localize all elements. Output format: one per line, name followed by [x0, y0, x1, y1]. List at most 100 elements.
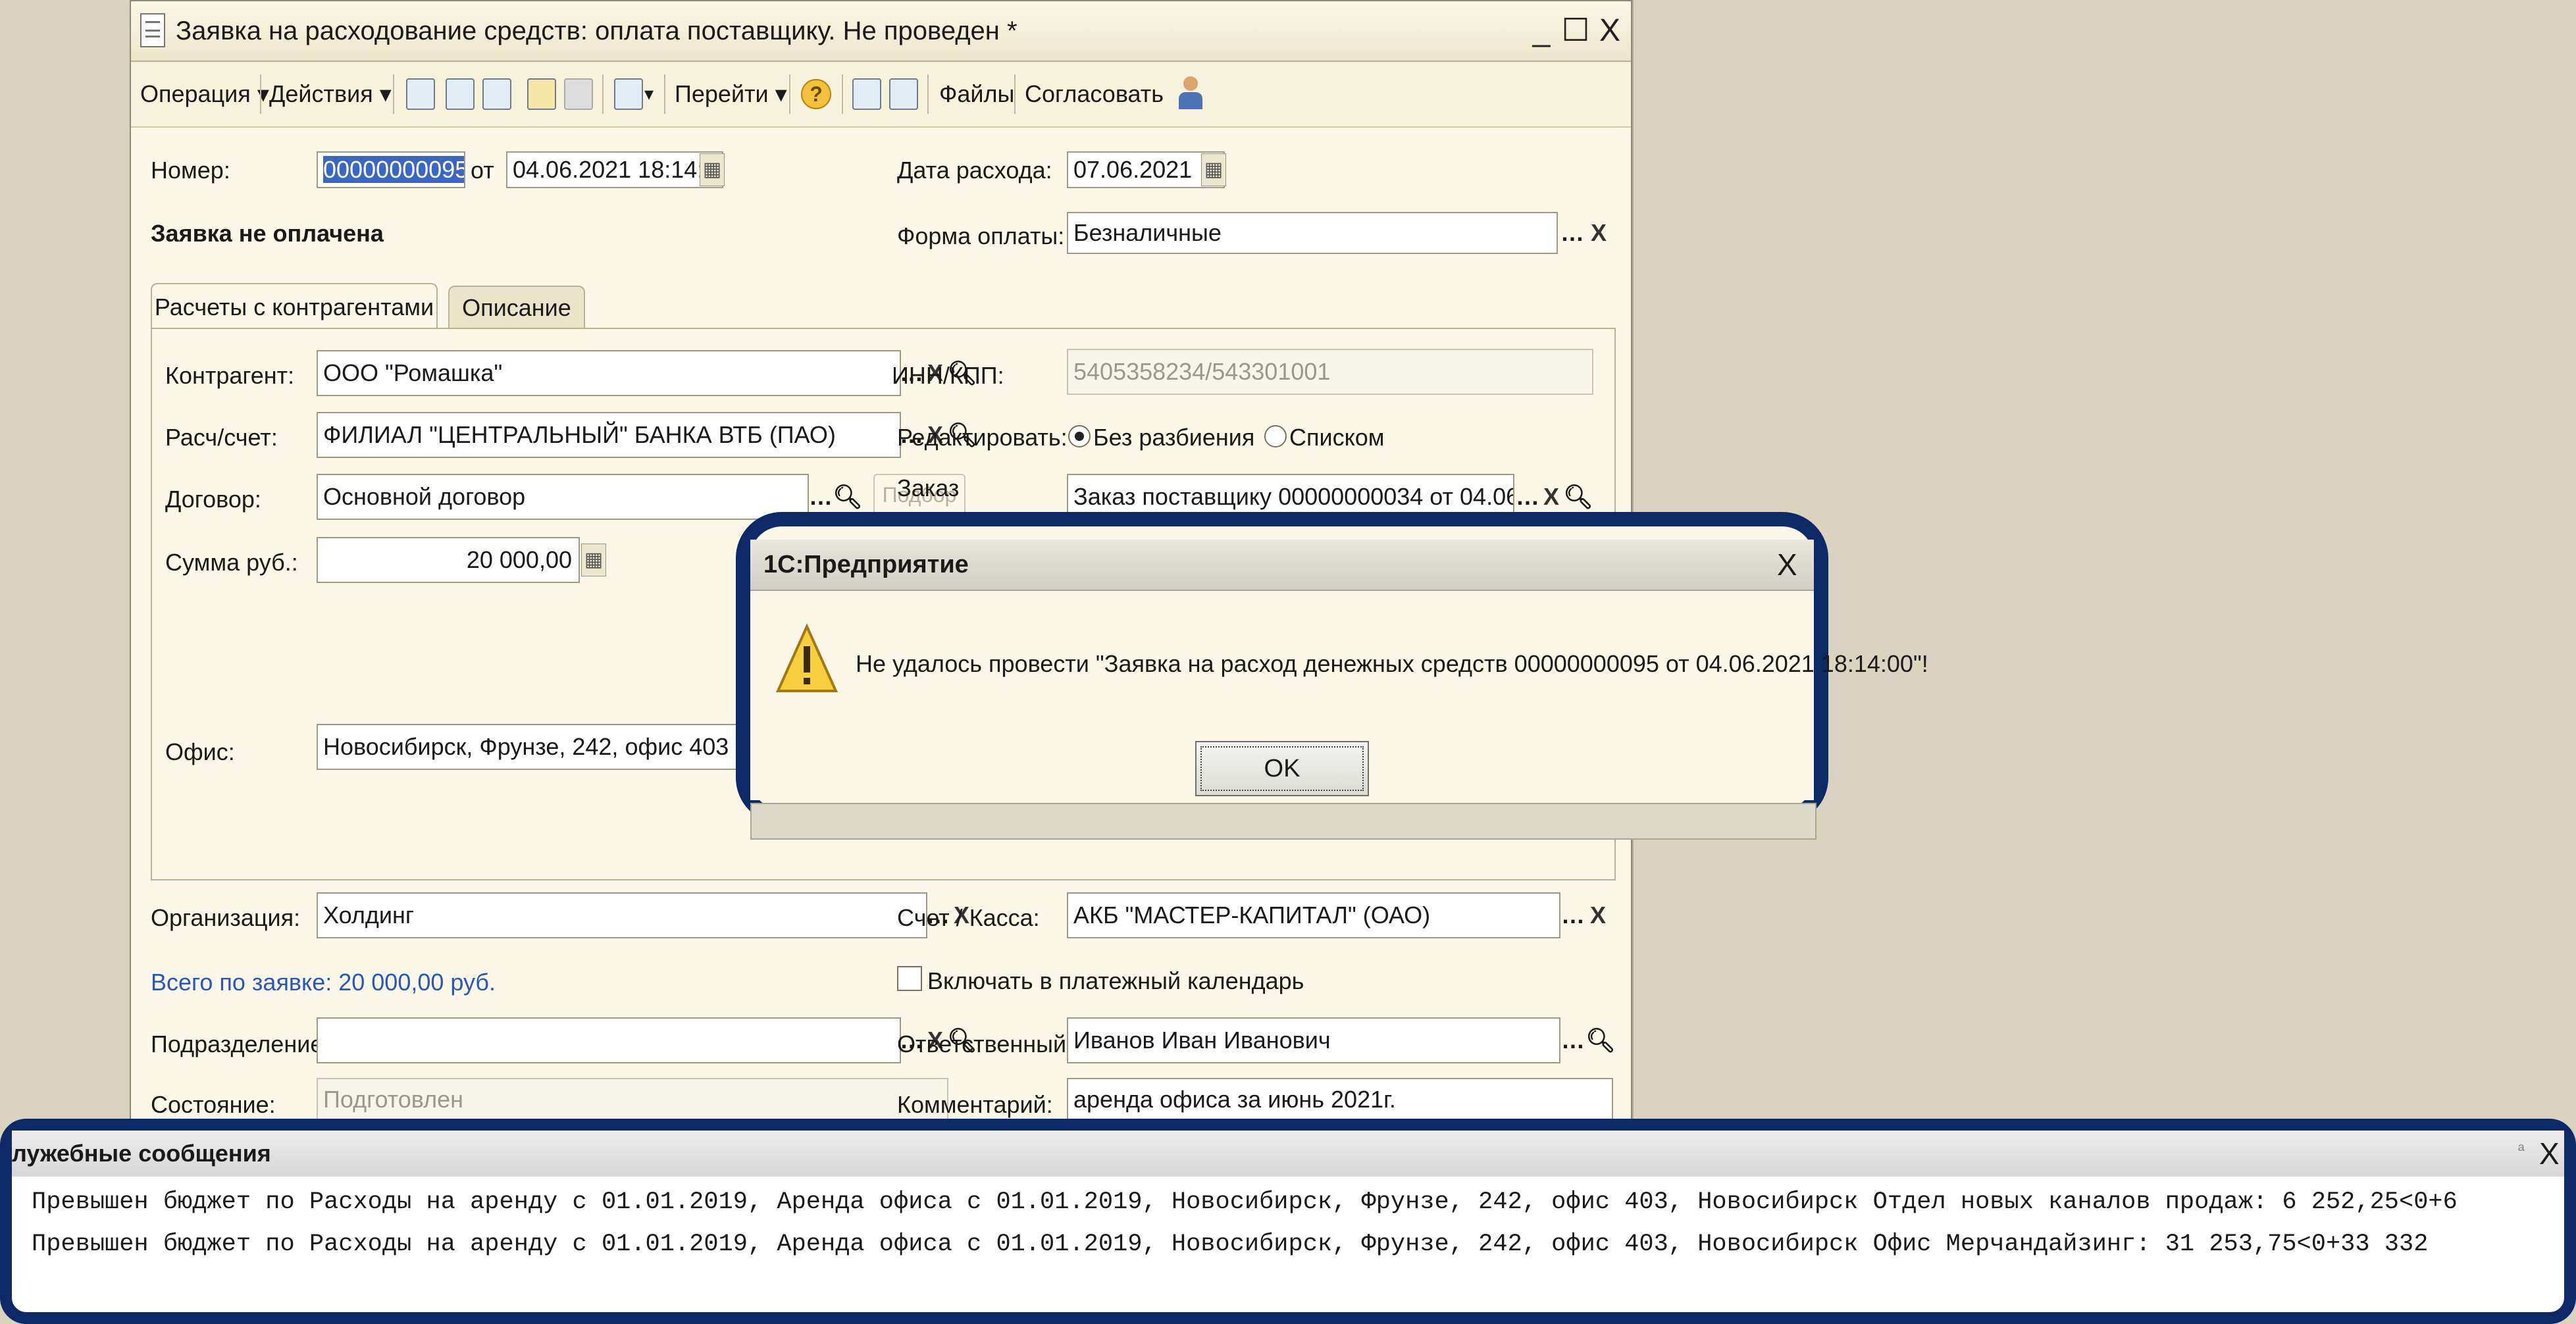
dialog-close-button[interactable]: X	[1777, 540, 1797, 590]
responsible-field[interactable]: Иванов Иван Иванович	[1067, 1017, 1560, 1063]
structure-icon[interactable]	[852, 78, 881, 110]
dialog-title: 1С:Предприятие	[763, 551, 969, 578]
payment-calendar-checkbox[interactable]	[897, 966, 922, 991]
contract-field[interactable]: Основной договор	[317, 474, 809, 520]
organization-field[interactable]: Холдинг	[317, 892, 927, 938]
account-field[interactable]: ФИЛИАЛ "ЦЕНТРАЛЬНЫЙ" БАНКА ВТБ (ПАО)	[317, 412, 901, 458]
toolbar-separator	[602, 74, 604, 114]
close-button[interactable]: X	[1593, 1, 1626, 61]
inn-label: ИНН/КПП:	[892, 362, 1004, 389]
dialog-title-bar: 1С:Предприятие X	[750, 540, 1814, 591]
messages-close-button[interactable]: X	[2539, 1131, 2560, 1177]
tab-description[interactable]: Описание	[448, 286, 585, 328]
payment-form-label: Форма оплаты:	[897, 222, 1065, 249]
calendar-icon[interactable]: ▦	[700, 153, 725, 186]
approve-button[interactable]: Согласовать	[1025, 62, 1164, 126]
minimize-button[interactable]: _	[1525, 1, 1558, 61]
cash-field[interactable]: АКБ "МАСТЕР-КАПИТАЛ" (ОАО)	[1067, 892, 1560, 938]
account-label: Расч/счет:	[165, 424, 278, 451]
counterparty-label: Контрагент:	[165, 362, 295, 389]
toolbar-separator	[789, 74, 790, 114]
payment-calendar-label: Включать в платежный календарь	[927, 967, 1304, 994]
number-field[interactable]: 00000000095	[317, 151, 465, 188]
select-button[interactable]: …	[809, 478, 833, 516]
cash-label: Счет / Касса:	[897, 904, 1040, 931]
window-title: Заявка на расходование средств: оплата п…	[176, 16, 1018, 45]
order-label: Заказ поставщику:	[897, 474, 1002, 517]
toolbar-separator	[260, 74, 261, 114]
clear-icon[interactable]: X	[1539, 478, 1563, 516]
tab-settlements[interactable]: Расчеты с контрагентами	[151, 283, 438, 329]
actions-menu[interactable]: Действия ▾	[269, 62, 392, 126]
toolbar: Операция ▾ Действия ▾ ▾ Перейти ▾ ? Файл…	[131, 62, 1631, 128]
post-document-icon[interactable]	[527, 78, 556, 110]
toolbar-separator	[393, 74, 394, 114]
select-button[interactable]: …	[1560, 1021, 1585, 1059]
dropdown-arrow-icon: ▾	[775, 80, 787, 107]
edit-label: Редактировать:	[897, 424, 1068, 451]
total-link[interactable]: Всего по заявке: 20 000,00 руб.	[151, 969, 496, 996]
help-icon[interactable]: ?	[801, 79, 831, 109]
files-button[interactable]: Файлы	[939, 62, 1014, 126]
comment-field[interactable]: аренда офиса за июнь 2021г.	[1067, 1078, 1613, 1121]
message-line: Превышен бюджет по Расходы на аренду с 0…	[32, 1231, 2429, 1258]
status-text: Заявка не оплачена	[151, 220, 384, 247]
pin-icon[interactable]: ª	[2518, 1131, 2525, 1170]
dialog-body: Не удалось провести "Заявка на расход де…	[750, 591, 1928, 800]
dropdown-arrow-icon[interactable]: ▾	[644, 62, 654, 126]
number-label: Номер:	[151, 157, 230, 184]
select-button[interactable]: …	[1516, 478, 1539, 516]
dialog-message: Не удалось провести "Заявка на расход де…	[856, 650, 1928, 677]
calculator-icon[interactable]: ▦	[581, 544, 606, 576]
date-field[interactable]: 04.06.2021 18:14:00	[506, 151, 723, 188]
calendar-icon[interactable]: ▦	[1201, 153, 1226, 186]
organization-label: Организация:	[151, 904, 301, 931]
copy-document-icon[interactable]	[482, 78, 511, 110]
from-label: от	[471, 157, 494, 184]
search-icon[interactable]: 🔍︎	[833, 478, 863, 516]
title-bar: Заявка на расходование средств: оплата п…	[131, 1, 1631, 62]
number-value: 00000000095	[323, 156, 464, 183]
post-and-close-icon[interactable]	[406, 78, 435, 110]
search-icon[interactable]: 🔍︎	[1563, 478, 1593, 516]
clear-icon[interactable]: X	[1585, 896, 1610, 934]
operation-menu[interactable]: Операция ▾	[140, 62, 269, 126]
expense-date-label: Дата расхода:	[897, 157, 1052, 184]
office-field[interactable]: Новосибирск, Фрунзе, 242, офис 403	[317, 724, 771, 770]
messages-header: лужебные сообщения ª X	[12, 1131, 2564, 1177]
select-button[interactable]: …	[1560, 896, 1585, 934]
approval-person-icon[interactable]	[1177, 76, 1204, 112]
toolbar-separator	[842, 74, 843, 114]
radio-no-split[interactable]	[1068, 425, 1091, 447]
clear-icon[interactable]: X	[1585, 215, 1612, 251]
payment-form-field[interactable]: Безналичные	[1067, 212, 1558, 254]
dropdown-arrow-icon: ▾	[257, 80, 269, 107]
dialog-shadow-edge	[750, 803, 1816, 840]
message-line: Превышен бюджет по Расходы на аренду с 0…	[32, 1188, 2458, 1216]
radio-list-label: Списком	[1289, 424, 1385, 451]
list-settings-icon[interactable]	[889, 78, 918, 110]
goto-menu[interactable]: Перейти ▾	[675, 62, 787, 126]
division-field[interactable]	[317, 1017, 901, 1063]
warning-icon	[775, 623, 838, 692]
division-label: Подразделение:	[151, 1031, 330, 1057]
radio-no-split-label: Без разбиения	[1093, 424, 1255, 451]
amount-label: Сумма руб.:	[165, 549, 298, 576]
maximize-button[interactable]: ☐	[1559, 1, 1592, 61]
document-icon	[140, 13, 165, 47]
select-button[interactable]: …	[1559, 215, 1585, 251]
radio-list[interactable]	[1264, 425, 1287, 447]
dropdown-arrow-icon: ▾	[379, 80, 392, 107]
ok-button[interactable]: OK	[1195, 741, 1369, 796]
refresh-icon[interactable]	[446, 78, 475, 110]
search-icon[interactable]: 🔍︎	[1585, 1021, 1616, 1059]
amount-field[interactable]: 20 000,00	[317, 537, 580, 583]
toolbar-separator	[927, 74, 929, 114]
state-field: Подготовлен	[317, 1078, 948, 1121]
inn-field: 5405358234/543301001	[1067, 349, 1593, 395]
unpost-document-icon[interactable]	[564, 78, 593, 110]
contract-label: Договор:	[165, 486, 261, 513]
based-on-icon[interactable]	[614, 78, 643, 110]
toolbar-separator	[1014, 74, 1016, 114]
counterparty-field[interactable]: ООО "Ромашка"	[317, 350, 901, 396]
